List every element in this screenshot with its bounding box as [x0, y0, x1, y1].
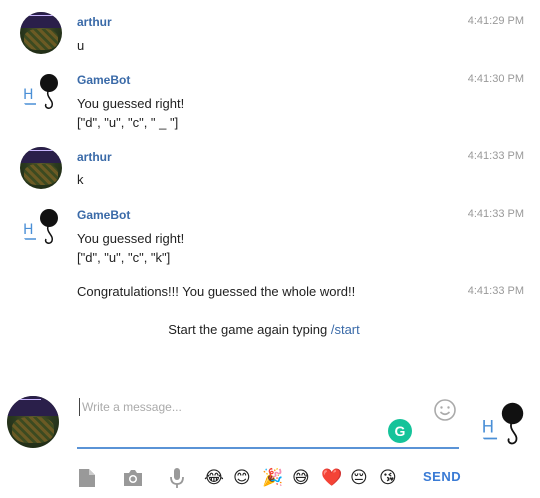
message-text: u [77, 38, 85, 53]
emoji-tears-of-joy[interactable]: 😂 [204, 467, 224, 489]
emoji-heart[interactable]: ❤️ [321, 467, 342, 489]
message-text: Congratulations!!! You guessed the whole… [77, 284, 356, 299]
system-message: Start the game again typing /start [0, 322, 528, 337]
grammarly-icon[interactable]: G [388, 419, 412, 443]
svg-text:H: H [23, 222, 34, 238]
sender-name[interactable]: arthur [77, 150, 112, 164]
emoji-party[interactable]: 🎉 [262, 467, 283, 489]
emoji-kiss[interactable]: 😘 [379, 467, 397, 489]
timestamp: 4:41:33 PM [467, 208, 524, 220]
svg-text:H: H [23, 87, 34, 103]
composer-toolbar: 😂 😊 🎉 😅 ❤️ 😔 😘 SEND [0, 464, 540, 494]
gamebot-logo-icon: H [482, 402, 524, 445]
sender-name[interactable]: arthur [77, 15, 112, 29]
timestamp: 4:41:29 PM [467, 15, 524, 27]
svg-text:H: H [482, 418, 495, 437]
system-text: Start the game again typing [168, 322, 331, 337]
message-text: k [77, 172, 84, 187]
timestamp: 4:41:30 PM [467, 73, 524, 85]
message-input[interactable] [79, 398, 419, 416]
sender-name[interactable]: GameBot [77, 73, 130, 87]
microphone-icon[interactable] [165, 466, 189, 490]
current-user-avatar[interactable] [7, 396, 59, 448]
start-command-link[interactable]: /start [331, 322, 360, 337]
sender-name[interactable]: GameBot [77, 208, 130, 222]
bot-avatar[interactable]: H [20, 70, 62, 112]
smiley-icon[interactable] [433, 398, 457, 422]
timestamp: 4:41:33 PM [467, 150, 524, 162]
message-text: ["d", "u", "c", " _ "] [77, 115, 179, 130]
camera-icon[interactable] [121, 466, 145, 490]
message-text: You guessed right! [77, 231, 185, 246]
bot-avatar[interactable]: H [20, 205, 62, 247]
message-text: You guessed right! [77, 96, 185, 111]
gamebot-logo-icon: H [23, 74, 58, 109]
user-avatar[interactable] [20, 147, 62, 189]
bot-avatar-large[interactable]: H [478, 398, 528, 448]
gamebot-logo-icon: H [23, 209, 58, 244]
user-avatar[interactable] [20, 12, 62, 54]
emoji-pensive[interactable]: 😔 [350, 467, 368, 489]
emoji-sweat-smile[interactable]: 😅 [292, 467, 310, 489]
message-composer[interactable]: G [77, 392, 459, 449]
send-button[interactable]: SEND [423, 469, 461, 484]
file-icon[interactable] [75, 466, 99, 490]
message-text: ["d", "u", "c", "k"] [77, 250, 171, 265]
emoji-smiling[interactable]: 😊 [233, 467, 251, 489]
timestamp: 4:41:33 PM [467, 285, 524, 297]
